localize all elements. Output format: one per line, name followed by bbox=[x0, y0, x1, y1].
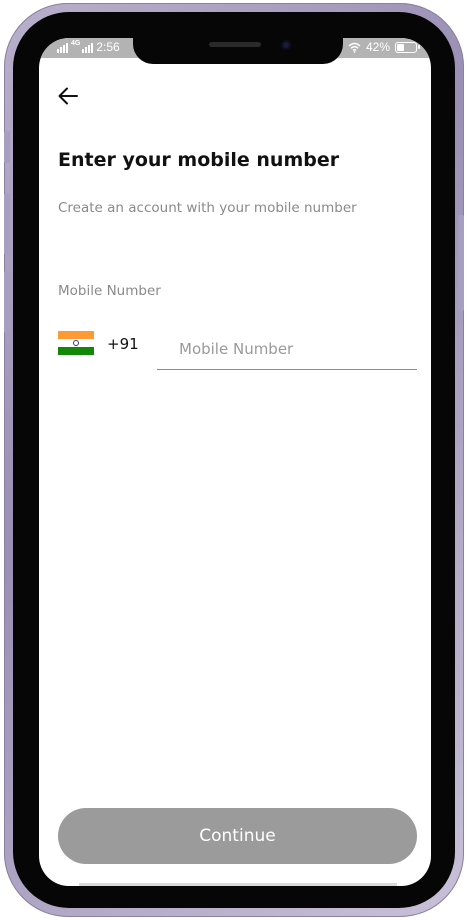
india-flag-icon[interactable] bbox=[58, 331, 94, 355]
page-subtitle: Create an account with your mobile numbe… bbox=[58, 200, 357, 216]
battery-level-fill bbox=[397, 43, 405, 51]
mobile-number-label: Mobile Number bbox=[58, 283, 161, 299]
mute-switch bbox=[4, 131, 10, 163]
volume-down-button bbox=[4, 271, 10, 333]
power-button bbox=[458, 215, 464, 311]
ashoka-chakra-icon bbox=[73, 340, 79, 346]
continue-button[interactable]: Continue bbox=[58, 808, 417, 864]
signal-icon bbox=[82, 42, 94, 53]
wifi-icon bbox=[348, 42, 361, 53]
status-bar-left: 4G 2:56 bbox=[57, 40, 120, 54]
flag-green-band bbox=[58, 347, 94, 355]
arrow-left-icon bbox=[58, 87, 78, 105]
front-camera bbox=[281, 40, 291, 50]
page-title: Enter your mobile number bbox=[58, 149, 340, 171]
earpiece-speaker bbox=[209, 42, 261, 47]
flag-white-band bbox=[58, 339, 94, 347]
status-time: 2:56 bbox=[96, 40, 120, 54]
status-bar-right: 42% bbox=[348, 40, 420, 54]
battery-percent: 42% bbox=[365, 40, 390, 54]
network-type-label: 4G bbox=[71, 40, 81, 47]
country-dial-code[interactable]: +91 bbox=[107, 335, 139, 353]
flag-saffron-band bbox=[58, 331, 94, 339]
signal-icon bbox=[57, 42, 68, 53]
volume-up-button bbox=[4, 193, 10, 255]
camera-notch bbox=[133, 38, 343, 64]
mobile-number-input[interactable] bbox=[157, 328, 417, 370]
bottom-edge-line bbox=[79, 883, 397, 886]
app-screen: 4G 2:56 42% Enter your mobile number Cre… bbox=[39, 38, 431, 886]
back-button[interactable] bbox=[53, 82, 83, 110]
battery-icon bbox=[395, 41, 420, 53]
